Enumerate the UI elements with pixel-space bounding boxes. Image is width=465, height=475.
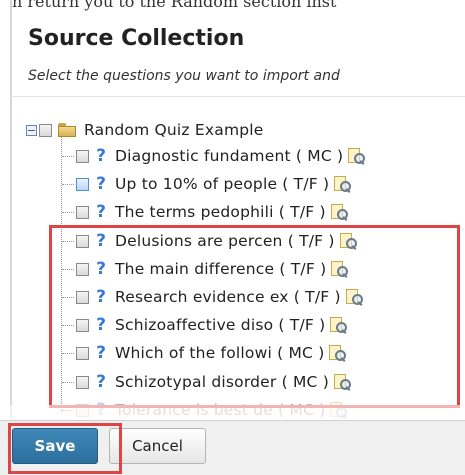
tree-connector [62, 212, 74, 214]
question-label: Diagnostic fundament ( MC ) [115, 147, 344, 165]
question-label: Up to 10% of people ( T/F ) [115, 175, 330, 193]
save-button[interactable]: Save [12, 428, 98, 464]
question-label: The terms pedophili ( T/F ) [115, 203, 326, 221]
cancel-button[interactable]: Cancel [109, 428, 206, 464]
question-row[interactable]: ? Up to 10% of people ( T/F ) [76, 171, 352, 197]
root-checkbox[interactable] [39, 123, 52, 137]
question-row[interactable]: ? The terms pedophili ( T/F ) [76, 199, 348, 225]
preview-magnifier-icon[interactable] [347, 147, 366, 165]
help-icon: ? [96, 202, 106, 222]
preview-magnifier-icon[interactable] [330, 203, 348, 221]
help-icon: ? [96, 146, 106, 166]
question-checkbox[interactable] [76, 149, 89, 163]
tree-connector [62, 156, 74, 158]
collapse-icon[interactable]: − [26, 124, 37, 136]
tree-root-node: − Random Quiz Example [26, 117, 264, 143]
root-label: Random Quiz Example [84, 121, 264, 139]
folder-icon [58, 123, 76, 137]
question-row[interactable]: ? Diagnostic fundament ( MC ) [76, 143, 366, 169]
question-checkbox[interactable] [76, 205, 89, 219]
question-checkbox[interactable] [76, 177, 89, 191]
preview-magnifier-icon[interactable] [333, 175, 352, 193]
tree-connector [62, 184, 74, 186]
help-icon: ? [96, 174, 106, 194]
highlight-callout [49, 225, 460, 408]
